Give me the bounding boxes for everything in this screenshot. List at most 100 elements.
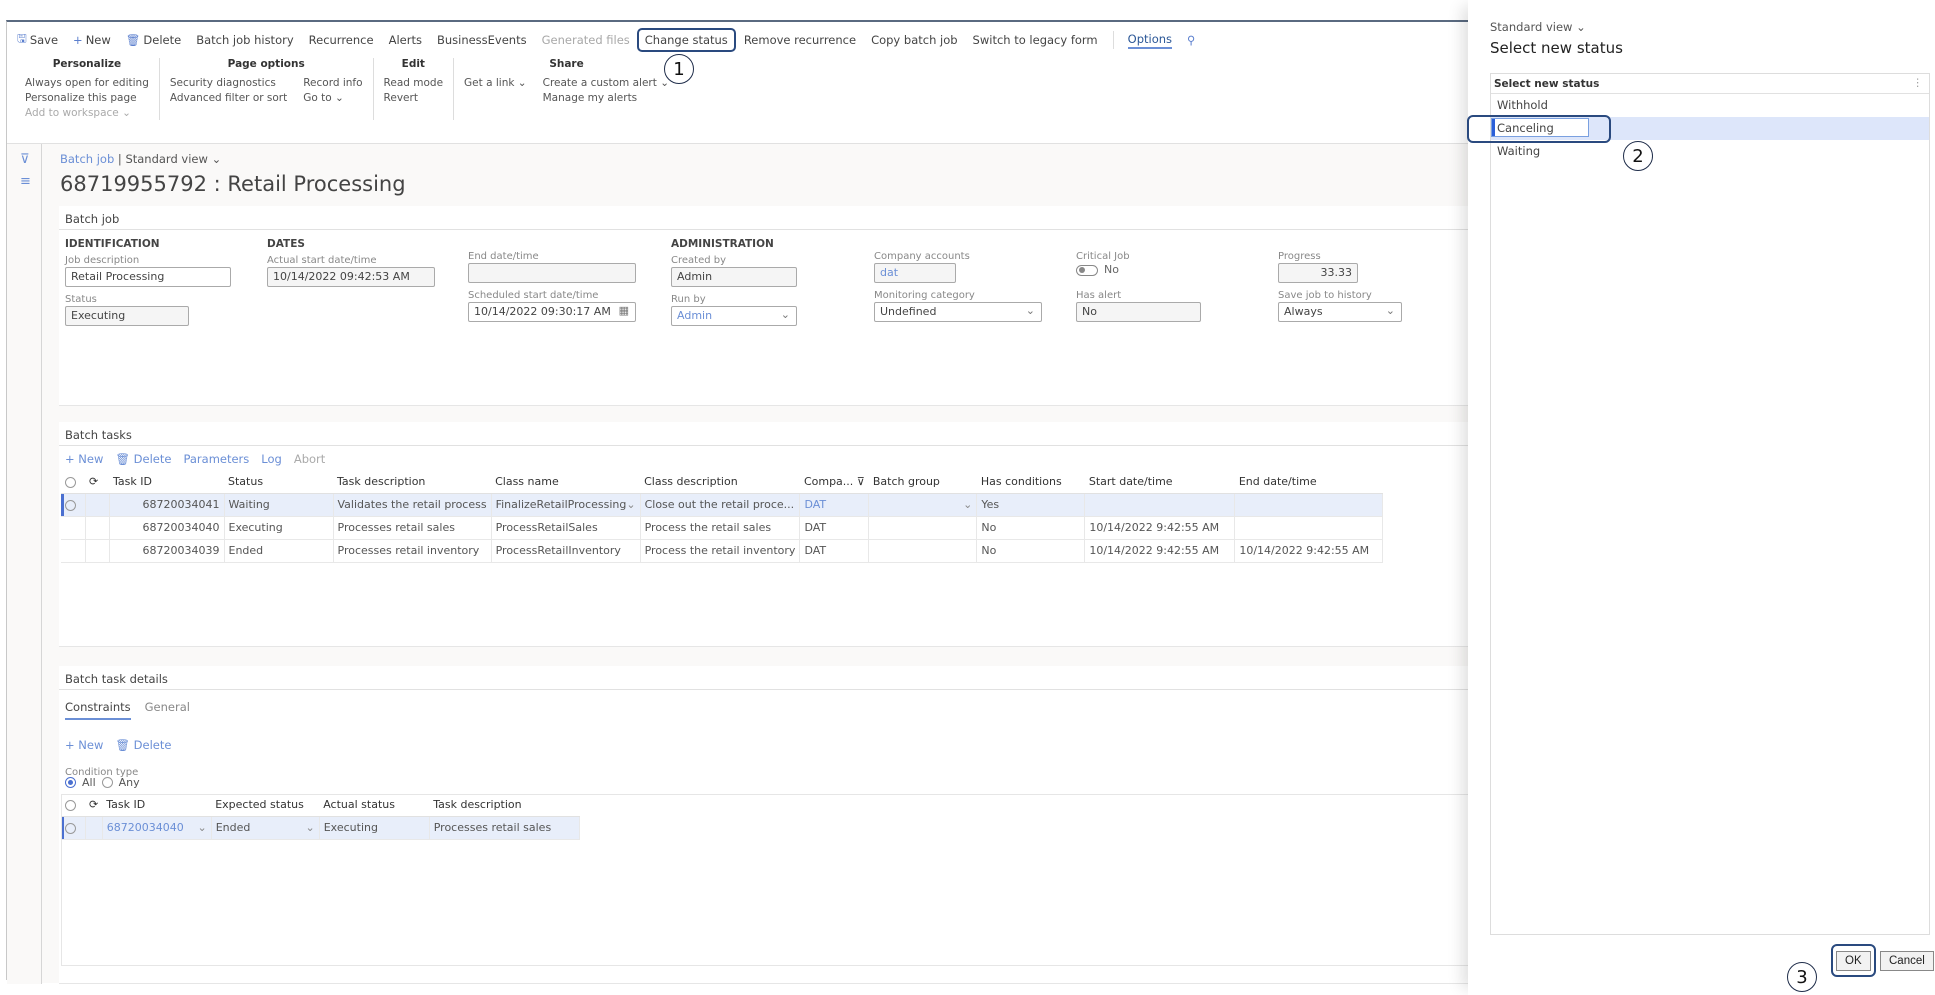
row-select[interactable] — [61, 816, 86, 840]
cancel-button[interactable]: Cancel — [1880, 951, 1934, 971]
col-class-description[interactable]: Class description — [640, 471, 800, 494]
company-accounts-field[interactable]: dat — [874, 263, 956, 283]
cell-class-name[interactable]: FinalizeRetailProcessing ⌄ — [491, 493, 641, 517]
fasttab-header[interactable]: Batch task details — [59, 666, 1471, 690]
go-to-button[interactable]: Go to ⌄ — [303, 91, 362, 106]
fasttab-header[interactable]: Batch job — [59, 206, 1471, 230]
refresh-icon[interactable]: ⟳ — [85, 794, 103, 817]
list-icon[interactable]: ≡ — [20, 174, 31, 189]
alerts-button[interactable]: Alerts — [389, 33, 422, 47]
expected-status-dropdown[interactable]: Ended ⌄ — [211, 816, 320, 840]
batch-job-history-button[interactable]: Batch job history — [196, 33, 293, 47]
scheduled-start-field[interactable]: 10/14/2022 09:30:17 AM ▦ — [468, 302, 636, 322]
view-selector[interactable]: Standard view ⌄ — [1490, 20, 1586, 34]
col-company[interactable]: Compa... ⊽ — [799, 471, 869, 494]
col-start[interactable]: Start date/time — [1084, 471, 1235, 494]
critical-job-toggle[interactable]: No — [1076, 263, 1206, 283]
security-diagnostics-button[interactable]: Security diagnostics — [170, 76, 287, 91]
new-constraint-button[interactable]: + New — [65, 738, 103, 752]
create-alert-button[interactable]: Create a custom alert ⌄ — [543, 76, 669, 91]
col-class-name[interactable]: Class name — [491, 471, 641, 494]
cell-status[interactable]: Waiting — [224, 493, 334, 517]
filter-icon[interactable]: ⊽ — [20, 152, 30, 167]
cell-has-conditions[interactable]: Yes — [976, 493, 1086, 517]
personalize-page-button[interactable]: Personalize this page — [25, 91, 149, 106]
save-history-dropdown[interactable]: Always ⌄ — [1278, 302, 1402, 322]
advanced-filter-button[interactable]: Advanced filter or sort — [170, 91, 287, 106]
status-option-withhold[interactable]: Withhold — [1491, 94, 1929, 117]
status-option-waiting[interactable]: Waiting — [1491, 140, 1929, 163]
revert-button[interactable]: Revert — [384, 91, 444, 106]
monitoring-category-dropdown[interactable]: Undefined ⌄ — [874, 302, 1042, 322]
get-link-button[interactable]: Get a link ⌄ — [464, 76, 527, 91]
generated-files-button[interactable]: Generated files — [542, 33, 630, 47]
select-all-checkbox[interactable] — [61, 471, 85, 494]
record-info-button[interactable]: Record info — [303, 76, 362, 91]
read-mode-button[interactable]: Read mode — [384, 76, 444, 91]
tab-constraints[interactable]: Constraints — [65, 700, 131, 720]
col-end[interactable]: End date/time — [1234, 471, 1383, 494]
col-status[interactable]: Status — [224, 471, 333, 494]
delete-constraint-button[interactable]: 🗑 Delete — [115, 738, 171, 752]
task-id-lookup[interactable]: 68720034040 ⌄ — [102, 816, 212, 840]
fasttab-header[interactable]: Batch tasks — [59, 422, 1471, 446]
col-batch-group[interactable]: Batch group — [868, 471, 977, 494]
col-has-conditions[interactable]: Has conditions — [976, 471, 1085, 494]
task-row[interactable]: 68720034039 Ended Processes retail invento… — [61, 539, 1384, 563]
always-open-editing-button[interactable]: Always open for editing — [25, 76, 149, 91]
col-actual-status[interactable]: Actual status — [319, 794, 430, 817]
job-description-field[interactable]: Retail Processing — [65, 267, 231, 287]
tab-general[interactable]: General — [145, 700, 190, 720]
recurrence-button[interactable]: Recurrence — [309, 33, 374, 47]
new-task-button[interactable]: + New — [65, 452, 103, 466]
tab-options[interactable]: Options — [1127, 32, 1173, 49]
change-status-button[interactable]: Change status — [636, 28, 736, 52]
log-button[interactable]: Log — [261, 452, 282, 466]
cell-class-description[interactable]: Close out the retail proce... — [640, 493, 801, 517]
constraint-row[interactable]: 68720034040 ⌄ Ended ⌄ Executing Processes … — [61, 816, 580, 840]
col-task-id[interactable]: Task ID — [102, 794, 212, 817]
cell-description[interactable]: Validates the retail process — [333, 493, 492, 517]
remove-recurrence-button[interactable]: Remove recurrence — [744, 33, 856, 47]
select-all-checkbox[interactable] — [61, 794, 85, 817]
cell-end[interactable] — [1234, 493, 1384, 517]
delete-task-button[interactable]: 🗑 Delete — [115, 452, 171, 466]
manage-alerts-button[interactable]: Manage my alerts — [543, 91, 669, 106]
row-select[interactable] — [61, 493, 86, 517]
run-by-dropdown[interactable]: Admin ⌄ — [671, 306, 797, 326]
cell-company[interactable]: DAT — [799, 493, 870, 517]
switch-legacy-form-button[interactable]: Switch to legacy form — [973, 33, 1098, 47]
radio-all[interactable] — [65, 777, 76, 788]
parameters-button[interactable]: Parameters — [183, 452, 249, 466]
more-options-icon[interactable]: ⋮ — [1913, 77, 1924, 89]
search-icon[interactable]: ⚲ — [1187, 33, 1195, 47]
cell-has-conditions: No — [976, 539, 1086, 563]
col-task-description[interactable]: Task description — [429, 794, 580, 817]
new-button[interactable]: + New — [73, 33, 111, 47]
row-select[interactable] — [61, 539, 86, 563]
save-button[interactable]: 🖫 Save — [17, 31, 58, 50]
breadcrumb-batch-job-link[interactable]: Batch job — [60, 152, 114, 166]
cell-task-id[interactable]: 68720034041 — [109, 493, 225, 517]
radio-any[interactable] — [101, 777, 113, 788]
col-task-description[interactable]: Task description — [333, 471, 492, 494]
view-selector[interactable]: Standard view ⌄ — [125, 152, 221, 166]
cell-batch-group[interactable]: ⌄ — [868, 493, 978, 517]
refresh-icon[interactable]: ⟳ — [85, 471, 109, 494]
cell-start[interactable] — [1084, 493, 1236, 517]
filter-icon[interactable]: ⊽ — [857, 475, 865, 488]
cell-task-id: 68720034039 — [109, 539, 225, 563]
add-to-workspace-button[interactable]: Add to workspace ⌄ — [25, 106, 149, 121]
calendar-icon[interactable]: ▦ — [619, 304, 629, 317]
task-row[interactable]: 68720034040 Executing Processes retail sal… — [61, 516, 1384, 540]
business-events-button[interactable]: BusinessEvents — [437, 33, 527, 47]
col-task-id[interactable]: Task ID — [109, 471, 224, 494]
task-row[interactable]: 68720034041 Waiting Validates the retail p… — [61, 493, 1384, 517]
col-expected-status[interactable]: Expected status — [211, 794, 320, 817]
row-select[interactable] — [61, 516, 86, 540]
toggle-switch[interactable] — [1076, 264, 1098, 276]
delete-button[interactable]: 🗑 Delete — [126, 33, 181, 47]
abort-button[interactable]: Abort — [294, 452, 325, 466]
ok-button[interactable]: OK — [1836, 951, 1871, 971]
copy-batch-job-button[interactable]: Copy batch job — [871, 33, 957, 47]
